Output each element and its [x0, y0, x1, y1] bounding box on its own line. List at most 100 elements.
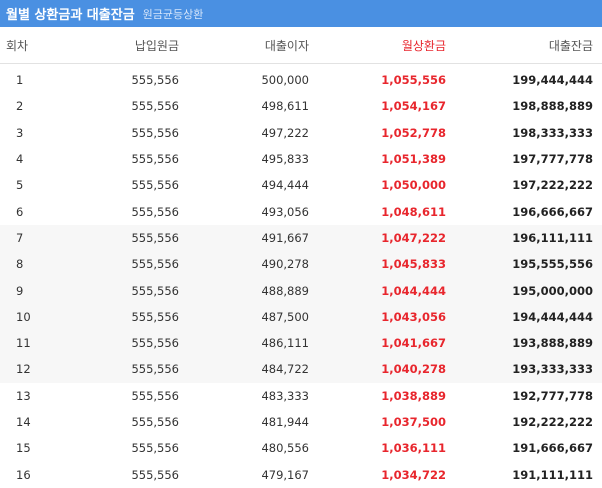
cell-principal: 555,556: [76, 356, 179, 383]
cell-interest: 495,833: [261, 152, 309, 167]
table-row: 10 555,556 487,500 1,043,056 194,444,444: [0, 303, 602, 330]
cell-interest: 481,944: [261, 415, 309, 429]
cell-principal: 555,556: [131, 152, 179, 167]
cell-principal: 555,556: [131, 441, 179, 456]
header-bar: 월별 상환금과 대출잔금 원금균등상환: [0, 0, 602, 27]
cell-balance: 197,222,222: [512, 178, 593, 193]
cell-payment: 1,054,167: [381, 99, 446, 114]
cell-balance: 192,222,222: [512, 415, 593, 429]
table-row: 5 555,556 494,444 1,050,000 197,222,222: [0, 172, 602, 198]
cell-no: 3: [16, 125, 24, 140]
table-row: 11 555,556 486,111 1,041,667 193,888,889: [0, 329, 602, 357]
table-header-row: 회차 납입원금 대출이자 월상환금 대출잔금: [0, 27, 602, 64]
page-title: 월별 상환금과 대출잔금: [6, 8, 135, 23]
cell-principal: 555,556: [76, 303, 179, 330]
cell-balance: 195,555,556: [446, 251, 602, 278]
cell-payment: 1,044,444: [309, 277, 446, 304]
cell-principal: 555,556: [131, 415, 179, 429]
cell-payment: 1,051,389: [381, 152, 446, 167]
cell-interest: 487,500: [179, 303, 309, 330]
table-row: 7 555,556 491,667 1,047,222 196,111,111: [0, 224, 602, 252]
cell-principal: 555,556: [131, 125, 179, 140]
column-header-interest: 대출이자: [179, 27, 309, 64]
column-header-payment: 월상환금: [309, 27, 446, 64]
cell-no: 12: [0, 356, 76, 383]
cell-balance: 196,111,111: [446, 224, 602, 252]
cell-interest: 480,556: [261, 441, 309, 456]
repayment-schedule-table: 회차 납입원금 대출이자 월상환금 대출잔금 1 555,556 500,000 1,…: [0, 27, 602, 488]
cell-payment: 1,048,611: [381, 204, 446, 219]
cell-balance: 194,444,444: [446, 303, 602, 330]
cell-no: 2: [16, 99, 24, 114]
cell-balance: 198,888,889: [512, 99, 593, 114]
cell-payment: 1,038,889: [381, 388, 446, 403]
cell-principal: 555,556: [131, 99, 179, 114]
cell-interest: 493,056: [261, 204, 309, 219]
cell-interest: 490,278: [179, 251, 309, 278]
cell-payment: 1,052,778: [381, 125, 446, 140]
cell-no: 4: [16, 152, 24, 167]
table-row: 15 555,556 480,556 1,036,111 191,666,667: [0, 435, 602, 461]
table-row: 8 555,556 490,278 1,045,833 195,555,556: [0, 251, 602, 278]
column-header-no: 회차: [0, 27, 76, 64]
cell-balance: 195,000,000: [446, 277, 602, 304]
cell-payment: 1,043,056: [309, 303, 446, 330]
cell-payment: 1,036,111: [381, 441, 446, 456]
cell-principal: 555,556: [131, 388, 179, 403]
cell-principal: 555,556: [131, 204, 179, 219]
cell-balance: 197,777,778: [512, 152, 593, 167]
cell-no: 6: [16, 204, 24, 219]
cell-interest: 497,222: [261, 125, 309, 140]
table-row: 1 555,556 500,000 1,055,556 199,444,444: [0, 64, 602, 94]
cell-no: 13: [16, 388, 31, 403]
table-row: 4 555,556 495,833 1,051,389 197,777,778: [0, 146, 602, 172]
cell-no: 15: [16, 441, 31, 456]
cell-balance: 199,444,444: [512, 73, 593, 88]
table-row: 6 555,556 493,056 1,048,611 196,666,667: [0, 198, 602, 224]
cell-principal: 555,556: [76, 329, 179, 357]
cell-no: 1: [16, 73, 24, 88]
cell-payment: 1,055,556: [381, 73, 446, 88]
cell-principal: 555,556: [76, 251, 179, 278]
table-row: 13 555,556 483,333 1,038,889 192,777,778: [0, 383, 602, 409]
cell-interest: 484,722: [179, 356, 309, 383]
column-header-principal: 납입원금: [76, 27, 179, 64]
cell-no: 11: [0, 329, 76, 357]
cell-no: 14: [16, 415, 31, 429]
cell-interest: 498,611: [261, 99, 309, 114]
cell-interest: 494,444: [261, 178, 309, 193]
cell-no: 7: [0, 224, 76, 252]
cell-interest: 491,667: [179, 224, 309, 252]
cell-no: 10: [0, 303, 76, 330]
cell-principal: 555,556: [131, 178, 179, 193]
cell-balance: 193,888,889: [446, 329, 602, 357]
cell-payment: 1,040,278: [309, 356, 446, 383]
cell-payment: 1,047,222: [309, 224, 446, 252]
cell-payment: 1,045,833: [309, 251, 446, 278]
cell-payment: 1,037,500: [381, 415, 446, 429]
cell-balance: 191,666,667: [512, 441, 593, 456]
cell-principal: 555,556: [131, 73, 179, 88]
cell-principal: 555,556: [76, 224, 179, 252]
cell-payment: 1,041,667: [309, 329, 446, 357]
cell-no: 9: [0, 277, 76, 304]
table-row: 9 555,556 488,889 1,044,444 195,000,000: [0, 277, 602, 304]
column-header-balance: 대출잔금: [446, 27, 602, 64]
cell-no: 5: [16, 178, 24, 193]
cell-balance: 192,777,778: [512, 388, 593, 403]
cell-interest: 488,889: [179, 277, 309, 304]
table-row: 2 555,556 498,611 1,054,167 198,888,889: [0, 93, 602, 119]
cell-payment: 1,050,000: [381, 178, 446, 193]
cell-no: 8: [0, 251, 76, 278]
cell-balance: 193,333,333: [446, 356, 602, 383]
cell-balance: 198,333,333: [512, 125, 593, 140]
table-row: 3 555,556 497,222 1,052,778 198,333,333: [0, 120, 602, 146]
cell-interest: 500,000: [261, 73, 309, 88]
cell-principal: 555,556: [76, 277, 179, 304]
cell-interest: 483,333: [261, 388, 309, 403]
cell-balance: 196,666,667: [512, 204, 593, 219]
repayment-method-label: 원금균등상환: [142, 7, 204, 21]
table-row: 12 555,556 484,722 1,040,278 193,333,333: [0, 356, 602, 383]
table-row: 14 555,556 481,944 1,037,500 192,222,222: [0, 409, 602, 435]
cell-interest: 486,111: [179, 329, 309, 357]
